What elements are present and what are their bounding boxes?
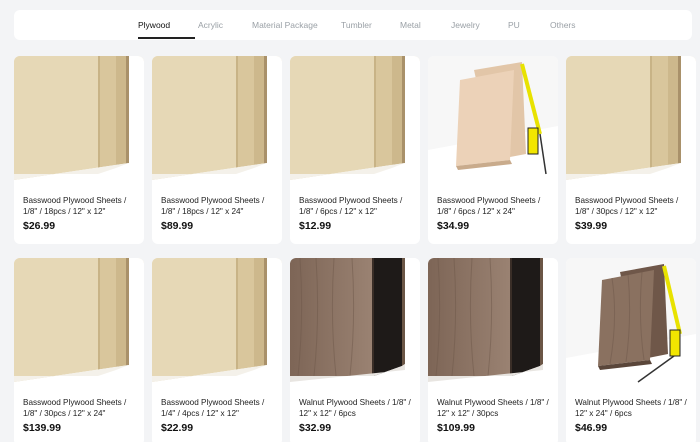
- product-title: Basswood Plywood Sheets / 1/8" / 30pcs /…: [23, 398, 127, 418]
- product-title: Basswood Plywood Sheets / 1/8" / 6pcs / …: [299, 196, 403, 216]
- product-price: $22.99: [161, 422, 194, 434]
- product-image: [14, 258, 144, 386]
- tab-tumbler[interactable]: Tumbler: [341, 19, 372, 31]
- product-card[interactable]: Walnut Plywood Sheets / 1/8" / 12" x 12"…: [428, 258, 558, 442]
- product-image: [290, 258, 420, 386]
- product-title: Basswood Plywood Sheets / 1/8" / 18pcs /…: [23, 196, 127, 216]
- product-card[interactable]: Basswood Plywood Sheets / 1/8" / 6pcs / …: [428, 56, 558, 244]
- tab-acrylic[interactable]: Acrylic: [198, 19, 223, 31]
- tab-material-package[interactable]: Material Package: [252, 19, 318, 31]
- product-price: $89.99: [161, 220, 194, 232]
- product-card[interactable]: Basswood Plywood Sheets / 1/8" / 30pcs /…: [14, 258, 144, 442]
- product-card[interactable]: Basswood Plywood Sheets / 1/8" / 18pcs /…: [152, 56, 282, 244]
- product-image: [290, 56, 420, 184]
- product-card[interactable]: Basswood Plywood Sheets / 1/8" / 6pcs / …: [290, 56, 420, 244]
- tab-pu[interactable]: PU: [508, 19, 520, 31]
- product-price: $139.99: [23, 422, 61, 434]
- product-price: $32.99: [299, 422, 332, 434]
- tab-others[interactable]: Others: [550, 19, 576, 31]
- product-card[interactable]: Walnut Plywood Sheets / 1/8" / 12" x 12"…: [290, 258, 420, 442]
- product-title: Basswood Plywood Sheets / 1/8" / 18pcs /…: [161, 196, 265, 216]
- product-image: [566, 56, 696, 184]
- product-price: $34.99: [437, 220, 470, 232]
- product-card[interactable]: Basswood Plywood Sheets / 1/8" / 30pcs /…: [566, 56, 696, 244]
- product-price: $109.99: [437, 422, 475, 434]
- product-image: [428, 56, 558, 184]
- tab-metal[interactable]: Metal: [400, 19, 421, 31]
- product-price: $46.99: [575, 422, 608, 434]
- product-price: $12.99: [299, 220, 332, 232]
- tab-plywood[interactable]: Plywood: [138, 19, 170, 31]
- product-title: Basswood Plywood Sheets / 1/8" / 6pcs / …: [437, 196, 541, 216]
- product-image: [428, 258, 558, 386]
- product-image: [566, 258, 696, 386]
- product-card[interactable]: Basswood Plywood Sheets / 1/8" / 18pcs /…: [14, 56, 144, 244]
- product-title: Basswood Plywood Sheets / 1/4" / 4pcs / …: [161, 398, 265, 418]
- product-price: $26.99: [23, 220, 56, 232]
- product-image: [152, 258, 282, 386]
- category-tab-bar: Plywood Acrylic Material Package Tumbler…: [14, 10, 692, 40]
- product-title: Walnut Plywood Sheets / 1/8" / 12" x 12"…: [437, 398, 549, 418]
- active-tab-underline: [138, 37, 195, 39]
- product-title: Walnut Plywood Sheets / 1/8" / 12" x 12"…: [299, 398, 411, 418]
- product-title: Basswood Plywood Sheets / 1/8" / 30pcs /…: [575, 196, 679, 216]
- product-card[interactable]: Walnut Plywood Sheets / 1/8" / 12" x 24"…: [566, 258, 696, 442]
- product-title: Walnut Plywood Sheets / 1/8" / 12" x 24"…: [575, 398, 687, 418]
- product-image: [152, 56, 282, 184]
- product-price: $39.99: [575, 220, 608, 232]
- product-image: [14, 56, 144, 184]
- product-card[interactable]: Basswood Plywood Sheets / 1/4" / 4pcs / …: [152, 258, 282, 442]
- tab-jewelry[interactable]: Jewelry: [451, 19, 480, 31]
